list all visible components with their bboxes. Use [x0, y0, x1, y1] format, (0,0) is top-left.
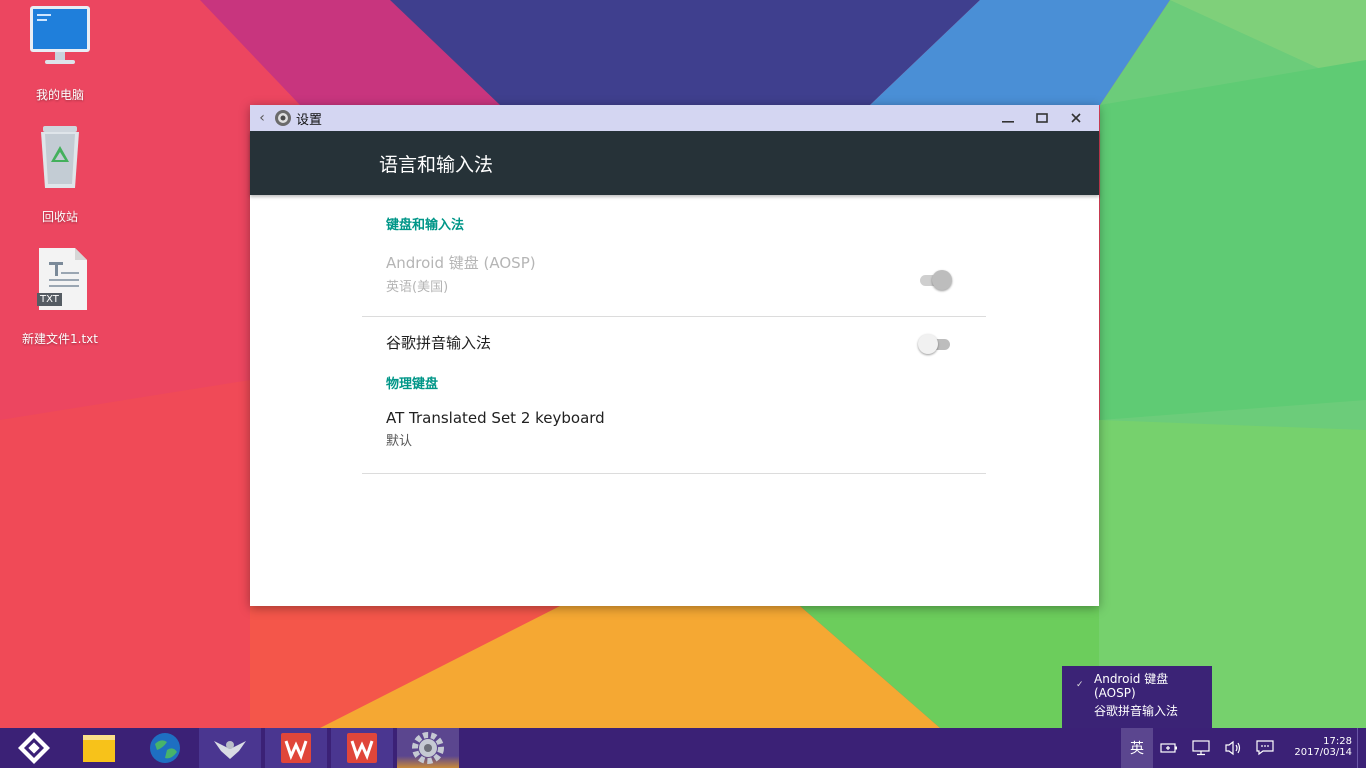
ime-option-label-cont: (AOSP): [1094, 686, 1136, 700]
desktop-icon-recycle-bin[interactable]: 回收站: [10, 126, 110, 225]
desktop-icon-text-file[interactable]: TXT 新建文件1.txt: [10, 248, 110, 347]
check-icon: ✓: [1076, 680, 1084, 690]
recycle-bin-icon: [25, 126, 95, 196]
taskbar-app-eagle[interactable]: [199, 728, 261, 768]
desktop-icon-my-computer[interactable]: 我的电脑: [10, 4, 110, 103]
wps-writer-icon: [281, 733, 311, 763]
ime-indicator[interactable]: 英: [1121, 728, 1153, 768]
ime-indicator-label: 英: [1130, 741, 1144, 757]
close-button[interactable]: [1059, 105, 1093, 131]
file-manager-icon: [83, 735, 115, 762]
section-header-keyboard-ime: 键盘和输入法: [386, 218, 465, 233]
pref-title: Android 键盘 (AOSP): [386, 254, 536, 272]
pref-google-pinyin[interactable]: 谷歌拼音输入法: [362, 317, 986, 375]
ime-switcher-popup: ✓ Android 键盘 (AOSP) 谷歌拼音输入法: [1062, 666, 1212, 728]
section-header-physical-keyboard: 物理键盘: [386, 377, 439, 392]
settings-window: ‹ 设置 语言和输入法 键盘和输入法 Android 键盘 (AOSP) 英语(…: [250, 105, 1099, 606]
notification-icon: [1256, 740, 1274, 756]
android-keyboard-toggle[interactable]: [918, 270, 952, 290]
pref-android-keyboard[interactable]: Android 键盘 (AOSP) 英语(美国): [362, 244, 986, 317]
pref-physical-keyboard[interactable]: AT Translated Set 2 keyboard 默认: [362, 409, 986, 474]
battery-button[interactable]: [1155, 728, 1183, 768]
taskbar-app-browser[interactable]: [134, 728, 196, 768]
ime-option-label: Android 键盘: [1094, 672, 1169, 686]
app-bar: 语言和输入法: [250, 131, 1099, 195]
txt-badge: TXT: [37, 293, 62, 306]
clock-date: 2017/03/14: [1294, 747, 1352, 758]
battery-icon: [1160, 743, 1177, 753]
ime-option-label: 谷歌拼音输入法: [1094, 704, 1179, 718]
show-desktop-divider[interactable]: [1357, 728, 1358, 768]
desktop-icon-label: 回收站: [41, 210, 78, 224]
clock-time: 17:28: [1323, 736, 1352, 747]
window-titlebar[interactable]: ‹ 设置: [250, 105, 1099, 131]
gear-icon: [275, 110, 291, 126]
volume-icon: [1225, 740, 1241, 756]
taskbar-app-settings[interactable]: [397, 728, 459, 768]
wps-writer-icon: [347, 733, 377, 763]
pref-summary: 英语(美国): [386, 280, 449, 295]
taskbar-app-wps-1[interactable]: [265, 728, 327, 768]
window-title: 设置: [296, 112, 323, 128]
taskbar: 英 17:28 2017/03/14: [0, 728, 1366, 768]
ime-option-google-pinyin[interactable]: 谷歌拼音输入法: [1094, 704, 1178, 718]
display-button[interactable]: [1187, 728, 1215, 768]
notification-button[interactable]: [1251, 728, 1279, 768]
start-menu-icon: [18, 732, 50, 764]
browser-icon: [150, 733, 180, 763]
taskbar-app-file-manager[interactable]: [68, 728, 130, 768]
back-arrow-icon[interactable]: ‹: [250, 110, 274, 126]
settings-content: 键盘和输入法 Android 键盘 (AOSP) 英语(美国) 谷歌拼音输入法 …: [362, 208, 986, 474]
eagle-app-icon: [214, 741, 246, 759]
settings-gear-icon: [412, 732, 444, 764]
volume-button[interactable]: [1219, 728, 1247, 768]
display-icon: [1192, 740, 1210, 756]
text-file-icon: TXT: [25, 248, 95, 318]
close-icon: [1071, 113, 1081, 123]
desktop-icon-label: 我的电脑: [35, 88, 84, 102]
maximize-icon: [1036, 113, 1048, 123]
pref-title: 谷歌拼音输入法: [386, 334, 492, 352]
maximize-button[interactable]: [1025, 105, 1059, 131]
ime-option-android-keyboard[interactable]: Android 键盘 (AOSP): [1094, 672, 1168, 700]
page-title: 语言和输入法: [379, 153, 494, 176]
computer-icon: [25, 4, 95, 74]
start-button[interactable]: [14, 728, 54, 768]
pref-summary: 默认: [386, 434, 413, 449]
desktop-icon-label: 新建文件1.txt: [22, 332, 98, 346]
minimize-button[interactable]: [991, 105, 1025, 131]
pref-title: AT Translated Set 2 keyboard: [386, 409, 605, 427]
taskbar-app-wps-2[interactable]: [331, 728, 393, 768]
minimize-icon: [1002, 121, 1014, 123]
google-pinyin-toggle[interactable]: [918, 334, 952, 354]
clock[interactable]: 17:28 2017/03/14: [1294, 736, 1352, 758]
